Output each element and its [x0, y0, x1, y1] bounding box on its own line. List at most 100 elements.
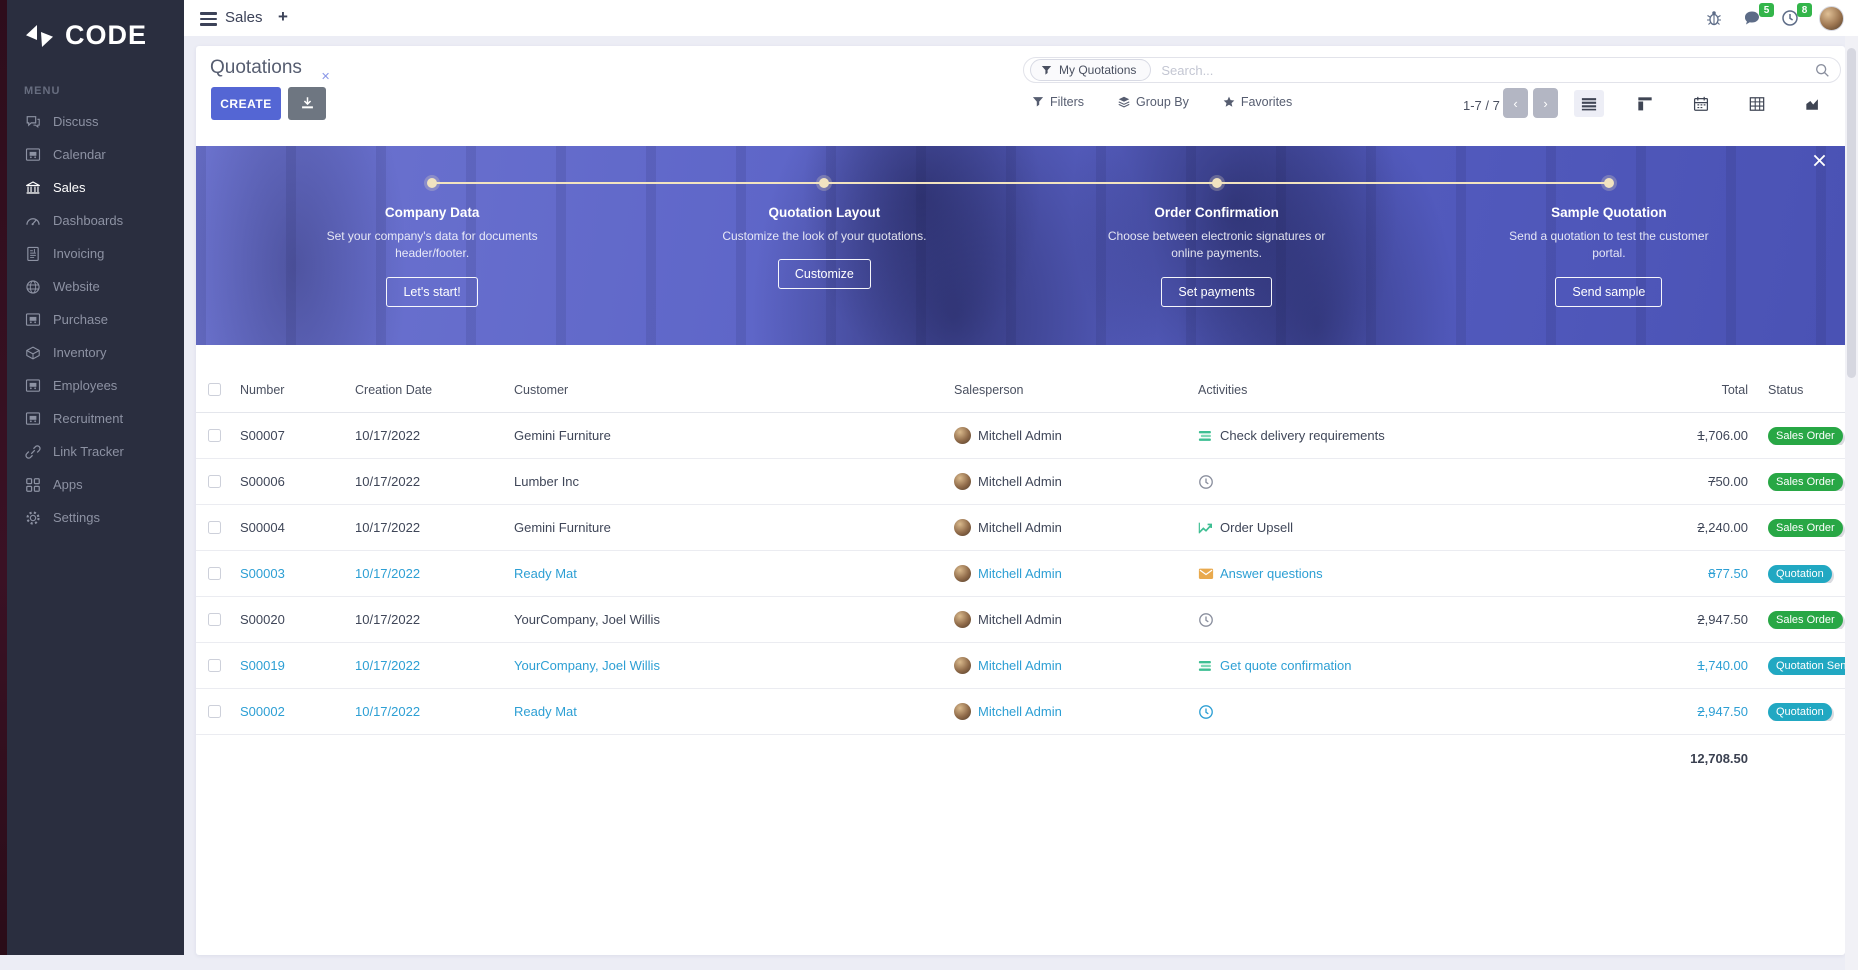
clock-icon[interactable]: [1198, 612, 1214, 628]
clock-icon[interactable]: [1198, 474, 1214, 490]
user-avatar[interactable]: [1819, 6, 1844, 31]
group-by-button[interactable]: Group By: [1118, 95, 1189, 109]
row-total: 1,740.00: [1628, 658, 1758, 673]
sidebar-item-settings[interactable]: Settings: [7, 501, 184, 534]
sidebar-item-employees[interactable]: Employees: [7, 369, 184, 402]
row-checkbox[interactable]: [208, 705, 221, 718]
favorites-button[interactable]: Favorites: [1223, 95, 1292, 109]
column-header-activities[interactable]: Activities: [1192, 383, 1628, 397]
messages-icon[interactable]: 5: [1743, 7, 1765, 29]
menu-section-label: MENU: [24, 85, 184, 97]
table-row[interactable]: S00006 10/17/2022 Lumber Inc Mitchell Ad…: [196, 459, 1845, 505]
create-button[interactable]: CREATE: [211, 87, 281, 120]
activity-label[interactable]: Answer questions: [1220, 566, 1323, 581]
select-all-checkbox[interactable]: [208, 383, 221, 396]
row-checkbox[interactable]: [208, 567, 221, 580]
export-button[interactable]: [288, 87, 326, 120]
layers-icon: [1118, 96, 1130, 108]
table-row[interactable]: S00019 10/17/2022 YourCompany, Joel Will…: [196, 643, 1845, 689]
row-checkbox[interactable]: [208, 613, 221, 626]
step-dot: [427, 178, 437, 188]
sidebar-item-recruitment[interactable]: Recruitment: [7, 402, 184, 435]
column-header-customer[interactable]: Customer: [508, 383, 948, 397]
calendar-icon: [25, 147, 41, 163]
sidebar-item-link-tracker[interactable]: Link Tracker: [7, 435, 184, 468]
column-header-salesperson[interactable]: Salesperson: [948, 383, 1192, 397]
sidebar-item-discuss[interactable]: Discuss: [7, 105, 184, 138]
status-badge: Quotation: [1768, 703, 1832, 721]
banner-close-icon[interactable]: [1813, 154, 1831, 172]
set-payments-button[interactable]: Set payments: [1161, 277, 1271, 307]
list-view-icon: [1581, 96, 1597, 112]
pager-previous-button[interactable]: ‹: [1503, 88, 1528, 118]
column-header-number[interactable]: Number: [232, 383, 348, 397]
table-header-row: Number Creation Date Customer Salesperso…: [196, 367, 1845, 413]
table-row[interactable]: S00004 10/17/2022 Gemini Furniture Mitch…: [196, 505, 1845, 551]
website-icon: [25, 279, 41, 295]
scrollbar-thumb[interactable]: [1847, 48, 1856, 378]
table-row[interactable]: S00003 10/17/2022 Ready Mat Mitchell Adm…: [196, 551, 1845, 597]
settings-icon: [25, 510, 41, 526]
sidebar-item-calendar[interactable]: Calendar: [7, 138, 184, 171]
hamburger-menu-icon[interactable]: [200, 12, 217, 29]
activity-label[interactable]: Order Upsell: [1220, 520, 1293, 535]
download-icon: [300, 96, 315, 111]
clock-icon[interactable]: [1198, 704, 1214, 720]
table-row[interactable]: S00007 10/17/2022 Gemini Furniture Mitch…: [196, 413, 1845, 459]
customize-button[interactable]: Customize: [778, 259, 871, 289]
table-row[interactable]: S00020 10/17/2022 YourCompany, Joel Will…: [196, 597, 1845, 643]
row-checkbox[interactable]: [208, 429, 221, 442]
activities-clock-icon[interactable]: 8: [1781, 7, 1803, 29]
view-calendar-button[interactable]: [1686, 90, 1716, 117]
search-icon[interactable]: [1815, 63, 1830, 78]
sidebar-item-purchase[interactable]: Purchase: [7, 303, 184, 336]
vertical-scrollbar[interactable]: [1845, 36, 1858, 970]
new-tab-button[interactable]: +: [278, 7, 288, 27]
trend-up-icon: [1198, 520, 1214, 536]
view-kanban-button[interactable]: [1630, 90, 1660, 117]
view-list-button[interactable]: [1574, 90, 1604, 117]
brand-logo[interactable]: CODE: [7, 0, 184, 51]
pivot-view-icon: [1749, 96, 1765, 112]
filters-button[interactable]: Filters: [1032, 95, 1084, 109]
content-card: Quotations CREATE My Quotations ✕ Filter…: [196, 46, 1845, 955]
row-checkbox[interactable]: [208, 521, 221, 534]
sidebar-item-sales[interactable]: Sales: [7, 171, 184, 204]
column-header-status[interactable]: Status: [1758, 383, 1845, 397]
sidebar-item-website[interactable]: Website: [7, 270, 184, 303]
sidebar-item-dashboards[interactable]: Dashboards: [7, 204, 184, 237]
table-row[interactable]: S00002 10/17/2022 Ready Mat Mitchell Adm…: [196, 689, 1845, 735]
step-dot: [1604, 178, 1614, 188]
current-app-name[interactable]: Sales: [225, 9, 263, 26]
send-sample-button[interactable]: Send sample: [1555, 277, 1662, 307]
view-pivot-button[interactable]: [1742, 90, 1772, 117]
employees-icon: [25, 378, 41, 394]
search-facet-my-quotations[interactable]: My Quotations: [1030, 59, 1151, 81]
link-icon: [25, 444, 41, 460]
sidebar-item-invoicing[interactable]: Invoicing: [7, 237, 184, 270]
window-edge-strip: [0, 0, 7, 955]
onboarding-banner: Company Data Set your company's data for…: [196, 146, 1845, 345]
search-bar[interactable]: My Quotations: [1023, 57, 1841, 83]
sidebar-item-apps[interactable]: Apps: [7, 468, 184, 501]
column-header-total[interactable]: Total: [1628, 383, 1758, 397]
kanban-view-icon: [1637, 96, 1653, 112]
pager-next-button[interactable]: ›: [1533, 88, 1558, 118]
column-header-creation-date[interactable]: Creation Date: [348, 383, 508, 397]
facet-remove-icon[interactable]: ✕: [321, 70, 330, 83]
search-input[interactable]: [1151, 63, 1815, 78]
row-checkbox[interactable]: [208, 475, 221, 488]
status-badge: Sales Order: [1768, 427, 1843, 445]
status-badge: Sales Order: [1768, 473, 1843, 491]
apps-icon: [25, 477, 41, 493]
tasks-icon: [1198, 658, 1214, 674]
activity-label[interactable]: Get quote confirmation: [1220, 658, 1352, 673]
status-badge: Sales Order: [1768, 519, 1843, 537]
lets-start-button[interactable]: Let's start!: [386, 277, 477, 307]
table-footer-row: 12,708.50: [196, 735, 1845, 781]
sidebar-item-inventory[interactable]: Inventory: [7, 336, 184, 369]
row-checkbox[interactable]: [208, 659, 221, 672]
debug-bug-icon[interactable]: [1705, 7, 1727, 29]
view-graph-button[interactable]: [1798, 90, 1828, 117]
activity-label[interactable]: Check delivery requirements: [1220, 428, 1385, 443]
